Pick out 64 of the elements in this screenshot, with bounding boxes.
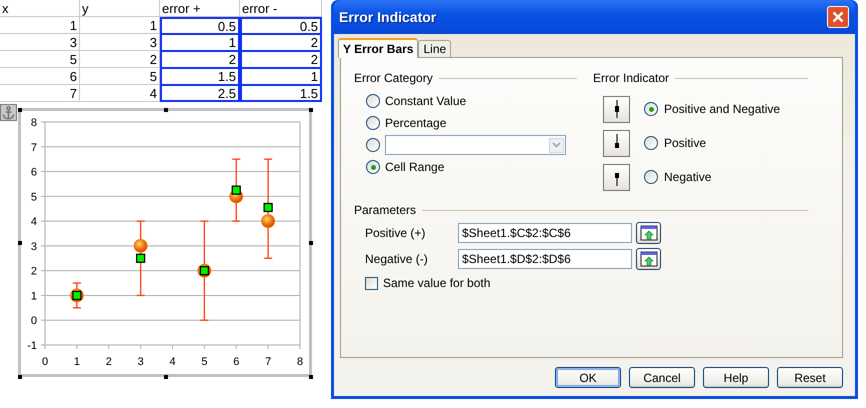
- table-cell[interactable]: 2: [80, 51, 160, 68]
- axis-label: -1: [27, 340, 37, 352]
- tab[interactable]: Y Error Bars: [338, 38, 418, 58]
- input-field[interactable]: $Sheet1.$D$2:$D$6: [458, 249, 632, 269]
- group-heading: Error Indicator: [593, 71, 670, 85]
- axis-label: 1: [74, 356, 80, 368]
- table-cell[interactable]: 2.5: [160, 85, 240, 102]
- axis-label: 2: [30, 266, 37, 278]
- checkbox-label[interactable]: Same value for both: [383, 276, 490, 290]
- field-label: Negative (-): [365, 252, 429, 266]
- axis-label: 0: [42, 356, 48, 368]
- group-heading: Error Category: [354, 71, 433, 85]
- dialog-button[interactable]: Reset: [777, 367, 843, 388]
- tab[interactable]: Line: [418, 40, 452, 57]
- table-cell[interactable]: 1.5: [160, 68, 240, 85]
- axis-label: 7: [30, 142, 37, 154]
- table-cell[interactable]: 6: [0, 68, 80, 85]
- axis-label: 6: [233, 356, 240, 368]
- group-heading: Parameters: [354, 203, 416, 217]
- axis-label: 3: [30, 240, 37, 253]
- axis-label: 4: [169, 356, 176, 368]
- column-header: error -: [240, 0, 322, 17]
- table-cell[interactable]: 2: [160, 51, 240, 68]
- table-cell[interactable]: 1: [0, 17, 80, 34]
- table-cell[interactable]: 2: [240, 34, 322, 51]
- table-cell[interactable]: 3: [0, 34, 80, 51]
- axis-label: 5: [30, 191, 37, 204]
- table-cell[interactable]: 0.5: [240, 17, 322, 34]
- table-cell[interactable]: 5: [80, 68, 160, 85]
- axis-label: 7: [265, 356, 272, 368]
- dialog-button[interactable]: Cancel: [629, 367, 695, 388]
- column-header: x: [0, 0, 80, 17]
- axis-label: 4: [30, 216, 37, 228]
- input-field[interactable]: $Sheet1.$C$2:$C$6: [458, 223, 632, 243]
- table-cell[interactable]: 1: [160, 34, 240, 51]
- table-cell[interactable]: 1: [80, 17, 160, 34]
- axis-label: 1: [30, 290, 37, 302]
- option-label[interactable]: Negative: [664, 170, 712, 184]
- table-cell[interactable]: 1: [240, 68, 322, 85]
- axis-label: 8: [296, 356, 304, 368]
- axis-label: 0: [30, 315, 37, 328]
- option-label[interactable]: Constant Value: [385, 94, 466, 108]
- table-cell[interactable]: 0.5: [160, 17, 240, 34]
- axis-label: 2: [106, 356, 112, 368]
- axis-label: 8: [30, 117, 37, 129]
- field-label: Positive (+): [365, 226, 426, 240]
- window-title: Error Indicator: [339, 9, 436, 25]
- column-header: error +: [160, 0, 240, 17]
- table-cell[interactable]: 7: [0, 85, 80, 102]
- column-header: y: [80, 0, 160, 17]
- dialog-button[interactable]: Help: [703, 367, 769, 388]
- axis-label: 5: [201, 356, 208, 368]
- table-cell[interactable]: 2: [240, 51, 322, 68]
- table-cell[interactable]: 4: [80, 85, 160, 102]
- axis-label: 6: [30, 166, 37, 179]
- option-label[interactable]: Cell Range: [385, 160, 444, 174]
- option-label[interactable]: Positive and Negative: [664, 102, 780, 116]
- option-label[interactable]: Percentage: [385, 116, 446, 130]
- table-cell[interactable]: 3: [80, 34, 160, 51]
- table-cell[interactable]: 5: [0, 51, 80, 68]
- axis-label: 3: [138, 356, 144, 368]
- option-label[interactable]: Positive: [664, 136, 706, 150]
- dialog-button[interactable]: OK: [555, 367, 621, 388]
- table-cell[interactable]: 1.5: [240, 85, 322, 102]
